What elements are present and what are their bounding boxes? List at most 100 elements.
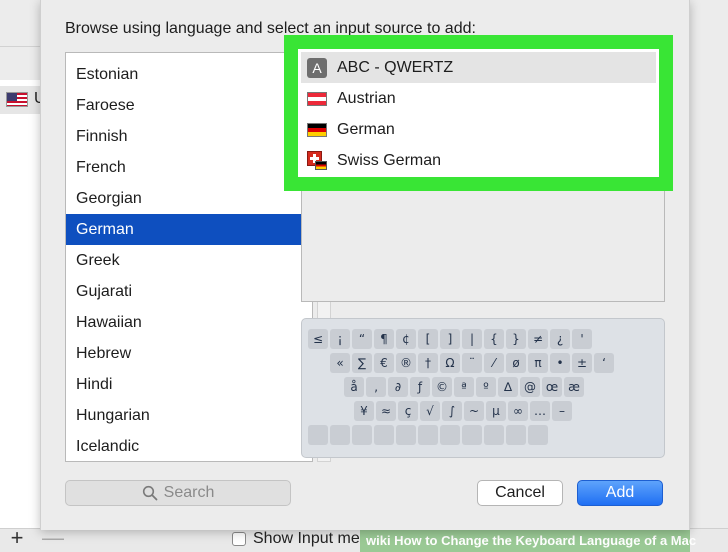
- keyboard-key: √: [420, 401, 440, 421]
- keyboard-key: «: [330, 353, 350, 373]
- input-source-item-german[interactable]: German: [301, 114, 656, 145]
- language-item-georgian[interactable]: Georgian: [66, 183, 312, 214]
- highlight-frame: A ABC - QWERTZ Austrian German Swiss Ger…: [284, 35, 673, 191]
- keyboard-key: ~: [464, 401, 484, 421]
- keyboard-key: ¡: [330, 329, 350, 349]
- language-item-greek[interactable]: Greek: [66, 245, 312, 276]
- language-item-hebrew[interactable]: Hebrew: [66, 338, 312, 369]
- keyboard-key: ≤: [308, 329, 328, 349]
- keyboard-key: ∑: [352, 353, 372, 373]
- keyboard-key: [330, 425, 350, 445]
- keyboard-key: …: [530, 401, 550, 421]
- keyboard-key: ⁄: [484, 353, 504, 373]
- keyboard-key: [462, 425, 482, 445]
- search-placeholder: Search: [163, 484, 215, 501]
- keyboard-key: ø: [506, 353, 526, 373]
- language-item-finnish[interactable]: Finnish: [66, 121, 312, 152]
- keyboard-key: π: [528, 353, 548, 373]
- language-item-hungarian[interactable]: Hungarian: [66, 400, 312, 431]
- keyboard-key: ©: [432, 377, 452, 397]
- keyboard-key: œ: [542, 377, 562, 397]
- keyboard-key: ƒ: [410, 377, 430, 397]
- keyboard-key: ¿: [550, 329, 570, 349]
- language-list[interactable]: Estonian Faroese Finnish French Georgian Germ…: [65, 52, 313, 462]
- keyboard-row: «∑ € ® † Ω ¨ ⁄ ø π • ± ‘: [330, 353, 614, 373]
- keyboard-key: ≠: [528, 329, 548, 349]
- keyboard-key: ®: [396, 353, 416, 373]
- keyboard-key: [396, 425, 416, 445]
- us-flag-icon: [6, 92, 28, 107]
- keyboard-key: [418, 425, 438, 445]
- input-source-label: ABC - QWERTZ: [337, 58, 454, 76]
- language-item-gujarati[interactable]: Gujarati: [66, 276, 312, 307]
- keyboard-key: ‚: [366, 377, 386, 397]
- language-item-german[interactable]: German: [66, 214, 312, 245]
- keyboard-key: •: [550, 353, 570, 373]
- keyboard-key: ª: [454, 377, 474, 397]
- remove-input-source-button[interactable]: —: [40, 527, 66, 550]
- keyboard-row: ¥ ≈ ç √ ∫ ~ µ ∞… –: [354, 401, 572, 421]
- keyboard-key: Ω: [440, 353, 460, 373]
- keyboard-key: ç: [398, 401, 418, 421]
- keyboard-key: ∆: [498, 377, 518, 397]
- search-icon: [142, 485, 158, 501]
- add-button[interactable]: Add: [577, 480, 663, 506]
- keyboard-key: –: [552, 401, 572, 421]
- keyboard-key: ¥: [354, 401, 374, 421]
- background-window-edge: [690, 0, 728, 530]
- austria-flag-icon: [307, 91, 327, 106]
- input-source-label: Swiss German: [337, 151, 442, 169]
- show-input-menu-label: Show Input me: [253, 530, 360, 547]
- keyboard-key: [: [418, 329, 438, 349]
- keyboard-key: [374, 425, 394, 445]
- keyboard-key: ¶: [374, 329, 394, 349]
- keyboard-key: [308, 425, 328, 445]
- keyboard-key: ‘: [594, 353, 614, 373]
- input-source-label: German: [337, 120, 395, 138]
- keyboard-key: [484, 425, 504, 445]
- show-input-menu-checkbox[interactable]: [232, 532, 246, 546]
- keyboard-key: º: [476, 377, 496, 397]
- keyboard-key: å: [344, 377, 364, 397]
- language-item-faroese[interactable]: Faroese: [66, 90, 312, 121]
- keyboard-key: ±: [572, 353, 592, 373]
- keyboard-key: ∂: [388, 377, 408, 397]
- add-input-source-button[interactable]: +: [4, 527, 30, 550]
- keyboard-key: ]: [440, 329, 460, 349]
- keyboard-key: ¨: [462, 353, 482, 373]
- keyboard-row: å ‚ ∂ ƒ © ª º ∆ @ œ æ: [344, 377, 584, 397]
- language-item-french[interactable]: French: [66, 152, 312, 183]
- search-field[interactable]: Search: [65, 480, 291, 506]
- germany-flag-icon: [307, 122, 327, 137]
- input-source-label: Austrian: [337, 89, 396, 107]
- keyboard-key: }: [506, 329, 526, 349]
- cancel-button[interactable]: Cancel: [477, 480, 563, 506]
- keyboard-key: [506, 425, 526, 445]
- input-source-item-austrian[interactable]: Austrian: [301, 83, 656, 114]
- keyboard-key: @: [520, 377, 540, 397]
- keyboard-key: {: [484, 329, 504, 349]
- input-source-item-abc-qwertz[interactable]: A ABC - QWERTZ: [301, 52, 656, 83]
- keyboard-key: [352, 425, 372, 445]
- keyboard-key: ∞: [508, 401, 528, 421]
- language-item-icelandic[interactable]: Icelandic: [66, 431, 312, 461]
- abc-keyboard-icon: A: [307, 57, 327, 78]
- keyboard-key: ∫: [442, 401, 462, 421]
- keyboard-key: æ: [564, 377, 584, 397]
- watermark-text: wiki How to Change the Keyboard Language…: [366, 533, 697, 548]
- language-item-hawaiian[interactable]: Hawaiian: [66, 307, 312, 338]
- language-item-hindi[interactable]: Hindi: [66, 369, 312, 400]
- keyboard-key: ': [572, 329, 592, 349]
- keyboard-key: |: [462, 329, 482, 349]
- keyboard-row: ≤ ¡ “¶ ¢[] |{} ≠ ¿ ': [308, 329, 592, 349]
- keyboard-key: ≈: [376, 401, 396, 421]
- input-source-item-swiss-german[interactable]: Swiss German: [301, 145, 656, 176]
- keyboard-key: “: [352, 329, 372, 349]
- keyboard-key: [440, 425, 460, 445]
- keyboard-key: [528, 425, 548, 445]
- keyboard-key: †: [418, 353, 438, 373]
- language-item-estonian[interactable]: Estonian: [66, 59, 312, 90]
- add-input-source-sheet: Browse using language and select an inpu…: [40, 0, 690, 530]
- keyboard-key: µ: [486, 401, 506, 421]
- keyboard-key: ¢: [396, 329, 416, 349]
